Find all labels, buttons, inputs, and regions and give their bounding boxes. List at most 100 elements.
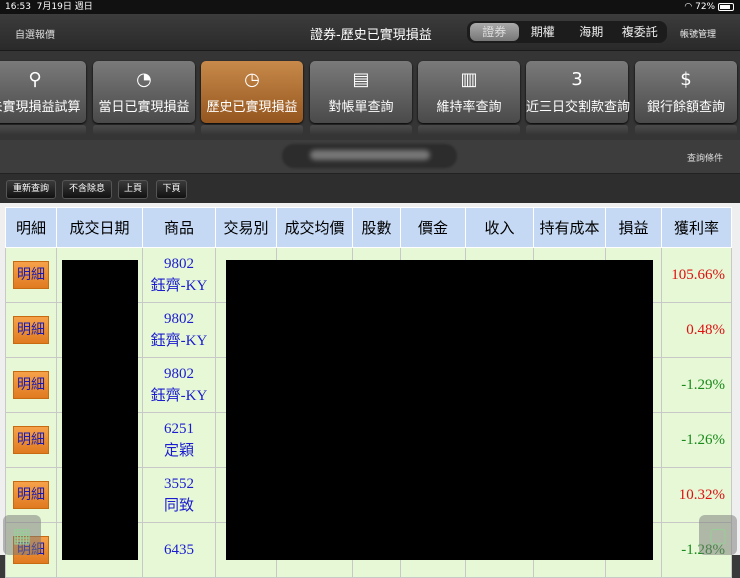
- product-code: 9802: [164, 311, 194, 327]
- tile-label: 近三日交割款查詢: [526, 100, 631, 115]
- product-cell: 9802 鈺齊-KY: [142, 357, 216, 413]
- tile-2[interactable]: ◷ 歷史已實現損益: [201, 61, 303, 123]
- prev-page-button[interactable]: 上頁: [118, 180, 148, 199]
- tile-label: 維持率查詢: [436, 100, 502, 115]
- product-cell: 6435: [142, 522, 216, 578]
- column-header: 明細: [5, 207, 57, 248]
- segment-sub-brokerage[interactable]: 複委託: [616, 23, 665, 41]
- detail-button[interactable]: 明細: [13, 261, 49, 289]
- segment-options[interactable]: 期權: [519, 23, 568, 41]
- product-name: 鈺齊-KY: [150, 333, 208, 349]
- search-chart-icon: ⚲: [28, 69, 42, 90]
- statement-icon: ▤: [352, 69, 370, 90]
- tile-reflection: [526, 125, 628, 135]
- product-cell: 6251 定穎: [142, 412, 216, 468]
- product-cell: 9802 鈺齊-KY: [142, 247, 216, 303]
- detail-button[interactable]: 明細: [13, 316, 49, 344]
- account-management-button[interactable]: 帳號管理: [680, 27, 716, 40]
- detail-button[interactable]: 明細: [13, 481, 49, 509]
- return-rate: -1.26%: [661, 412, 732, 468]
- product-cell: 3552 同致: [142, 467, 216, 523]
- tile-reflection: [635, 125, 737, 135]
- return-rate: 0.48%: [661, 302, 732, 358]
- tile-label: 銀行餘額查詢: [646, 100, 725, 115]
- tile-reflection: [93, 125, 195, 135]
- product-name: 鈺齊-KY: [150, 278, 208, 294]
- product-code: 9802: [164, 366, 194, 382]
- tile-reflection: [201, 125, 303, 135]
- battery-icon: [718, 2, 734, 11]
- detail-cell: 明細: [5, 357, 57, 413]
- tile-reflection: [418, 125, 520, 135]
- tile-label: 未實現損益試算: [0, 100, 81, 115]
- money-search-icon: $: [680, 69, 692, 90]
- redaction-box: [226, 260, 653, 560]
- status-date: 7月19日 週日: [36, 2, 93, 12]
- segment-overseas-futures[interactable]: 海期: [567, 23, 616, 41]
- requery-button[interactable]: 重新查詢: [6, 180, 56, 199]
- tile-label: 歷史已實現損益: [206, 100, 298, 115]
- detail-button[interactable]: 明細: [13, 371, 49, 399]
- tile-reflection: [310, 125, 412, 135]
- column-header: 成交日期: [56, 207, 143, 248]
- detail-button[interactable]: 明細: [13, 426, 49, 454]
- column-header: 價金: [400, 207, 466, 248]
- detail-cell: 明細: [5, 412, 57, 468]
- column-header: 成交均價: [276, 207, 353, 248]
- return-rate: 105.66%: [661, 247, 732, 303]
- detail-cell: 明細: [5, 302, 57, 358]
- product-name: 鈺齊-KY: [150, 388, 208, 404]
- status-bar: 16:53 7月19日 週日 ◠ 72%: [0, 0, 740, 14]
- column-header: 持有成本: [533, 207, 606, 248]
- query-conditions-button[interactable]: 查詢條件: [687, 151, 723, 164]
- grid-icon: ▦: [12, 523, 32, 547]
- column-header: 收入: [465, 207, 534, 248]
- product-code: 6435: [164, 542, 194, 558]
- toolbar: 重新查詢 不含除息 上頁 下頁: [0, 173, 740, 203]
- product-name: 定穎: [163, 443, 194, 459]
- history-doc-icon: ◷: [244, 69, 260, 90]
- tile-3[interactable]: ▤ 對帳單查詢: [310, 61, 412, 123]
- account-selector-blurred[interactable]: [282, 144, 457, 168]
- detail-cell: 明細: [5, 247, 57, 303]
- tile-1[interactable]: ◔ 當日已實現損益: [93, 61, 195, 123]
- market-segment-control: 證券 期權 海期 複委託: [467, 21, 667, 43]
- column-header: 損益: [605, 207, 662, 248]
- clock-doc-icon: ◔: [136, 69, 152, 90]
- window-icon: ▢: [708, 523, 728, 547]
- product-code: 3552: [164, 476, 194, 492]
- page-title: 證券-歷史已實現損益: [310, 28, 432, 43]
- column-header: 商品: [142, 207, 216, 248]
- nav-bar: 自選報價 證券-歷史已實現損益 證券 期權 海期 複委託 帳號管理: [0, 14, 740, 51]
- product-cell: 9802 鈺齊-KY: [142, 302, 216, 358]
- segment-securities[interactable]: 證券: [470, 23, 519, 41]
- redaction-box: [62, 260, 138, 560]
- tile-5[interactable]: 3 近三日交割款查詢: [526, 61, 631, 123]
- product-code: 6251: [164, 421, 194, 437]
- watchlist-button[interactable]: 自選報價: [15, 26, 55, 41]
- status-time: 16:53: [5, 2, 31, 12]
- tile-0[interactable]: ⚲ 未實現損益試算: [0, 61, 86, 123]
- next-page-button[interactable]: 下頁: [156, 180, 187, 199]
- exclude-dividend-button[interactable]: 不含除息: [62, 180, 112, 199]
- tile-4[interactable]: ▥ 維持率查詢: [418, 61, 520, 123]
- tile-reflection: [0, 125, 86, 135]
- product-code: 9802: [164, 256, 194, 272]
- tile-label: 對帳單查詢: [328, 100, 394, 115]
- bar-chart-icon: ▥: [460, 69, 478, 90]
- tile-6[interactable]: $ 銀行餘額查詢: [635, 61, 737, 123]
- function-tiles: ⚲ 未實現損益試算 ◔ 當日已實現損益 ◷ 歷史已實現損益 ▤ 對帳單查詢 ▥ 維持率查詢 3 近三日…: [0, 51, 740, 140]
- calendar-money-icon: 3: [571, 69, 583, 90]
- tile-label: 當日已實現損益: [98, 100, 190, 115]
- return-rate: -1.29%: [661, 357, 732, 413]
- column-header: 股數: [352, 207, 401, 248]
- wifi-icon: ◠: [684, 2, 693, 12]
- battery-percent: 72%: [695, 2, 716, 12]
- query-bar: 查詢條件: [0, 140, 740, 173]
- column-header: 獲利率: [661, 207, 732, 248]
- product-name: 同致: [163, 498, 194, 514]
- grid-menu-button[interactable]: ▦: [3, 515, 41, 555]
- results-area: 明細 成交日期 商品 交易別 成交均價 股數 價金 收入 持有成本 損益 獲利率 明細 9802 鈺齊-…: [0, 203, 740, 578]
- column-header: 交易別: [215, 207, 277, 248]
- fullscreen-button[interactable]: ▢: [699, 515, 737, 555]
